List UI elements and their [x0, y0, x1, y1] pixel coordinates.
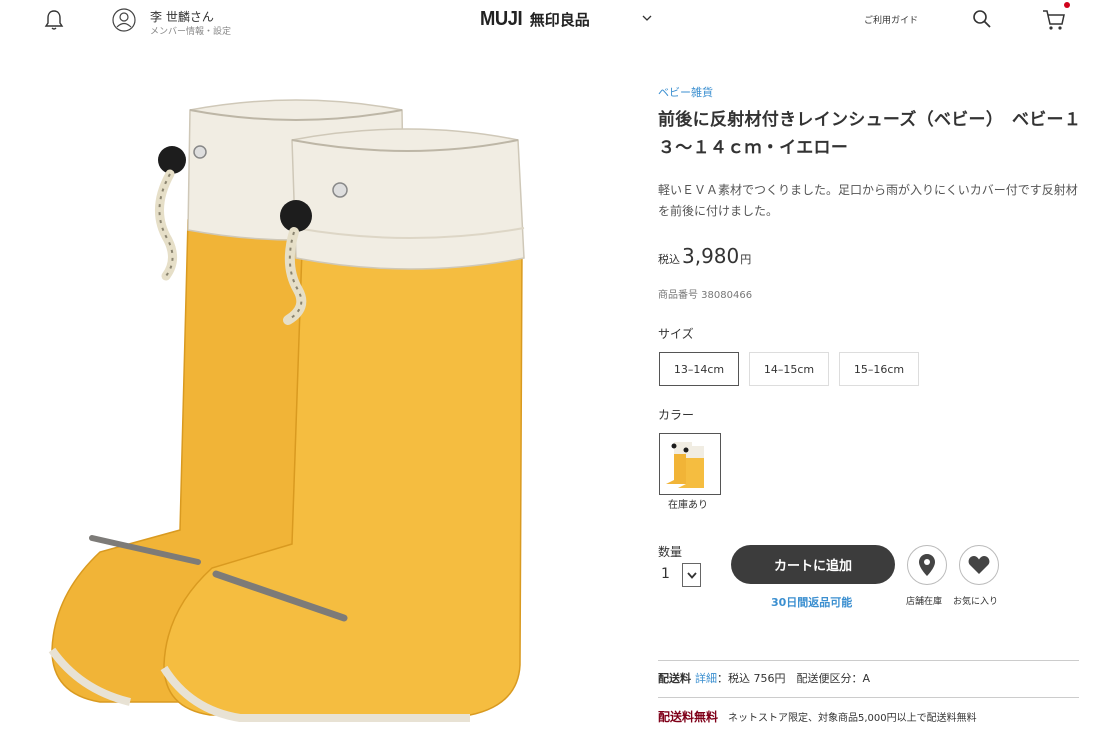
- product-description: 軽いＥＶＡ素材でつくりました。足口から雨が入りにくいカバー付です反射材を前後に付…: [658, 183, 1078, 218]
- favorite-button[interactable]: [959, 545, 999, 585]
- stock-status: 在庫あり: [668, 500, 708, 511]
- price-row: 税込 3,980 円: [658, 244, 751, 268]
- item-number: 商品番号 38080466: [658, 290, 753, 301]
- free-shipping-row: 配送料無料 ネットストア限定、対象商品5,000円以上で配送料無料: [658, 708, 977, 725]
- quantity-dropdown[interactable]: [682, 563, 701, 587]
- return-policy-note: 30日間返品可能: [771, 596, 853, 609]
- product-image[interactable]: [40, 90, 600, 730]
- shipping-row: 配送料 詳細 ：税込 756円 配送便区分：A: [658, 670, 870, 686]
- size-option-14-15[interactable]: 14–15cm: [749, 352, 829, 386]
- bell-icon[interactable]: [44, 9, 64, 31]
- map-pin-icon: [919, 554, 935, 576]
- favorite-caption: お気に入り: [953, 597, 999, 607]
- store-stock-button[interactable]: [907, 545, 947, 585]
- shipping-label: 配送料: [658, 672, 691, 685]
- member-name[interactable]: 李 世麟さん: [150, 8, 214, 25]
- color-label: カラー: [658, 408, 695, 422]
- chevron-down-icon[interactable]: [641, 12, 653, 24]
- quantity-value: 1: [661, 566, 670, 582]
- divider: [658, 660, 1079, 661]
- swatch-boots-thumbnail: [666, 442, 704, 488]
- product-title: 前後に反射材付きレインシューズ（ベビー） ベビー１３～１４ｃｍ・イエロー: [658, 110, 1082, 158]
- free-shipping-label: 配送料無料: [658, 710, 719, 724]
- member-settings-link[interactable]: メンバー情報・設定: [150, 24, 231, 37]
- logo-japanese: 無印良品: [529, 10, 590, 29]
- site-header: 李 世麟さん メンバー情報・設定 MUJI 無印良品 ご利用ガイド: [0, 0, 1109, 40]
- quantity-label: 数量: [658, 545, 683, 559]
- free-shipping-text: ネットストア限定、対象商品5,000円以上で配送料無料: [728, 713, 977, 724]
- chevron-down-icon: [686, 572, 697, 579]
- user-avatar-icon[interactable]: [112, 8, 136, 32]
- size-label: サイズ: [658, 327, 694, 341]
- divider: [658, 697, 1079, 698]
- shipping-detail-link[interactable]: 詳細: [695, 670, 717, 686]
- yen-unit: 円: [740, 253, 752, 266]
- tax-label: 税込: [658, 253, 680, 266]
- store-stock-caption: 店舗在庫: [906, 597, 943, 607]
- color-swatch-yellow[interactable]: [659, 433, 721, 495]
- cart-notification-dot: [1064, 2, 1070, 8]
- search-icon[interactable]: [972, 9, 992, 29]
- cart-icon[interactable]: [1042, 9, 1066, 31]
- muji-logo[interactable]: MUJI 無印良品: [480, 6, 590, 32]
- size-option-13-14[interactable]: 13–14cm: [659, 352, 739, 386]
- usage-guide-link[interactable]: ご利用ガイド: [864, 13, 918, 26]
- heart-icon: [968, 556, 990, 574]
- price: 3,980: [682, 244, 740, 268]
- logo-latin: MUJI: [480, 7, 523, 30]
- shipping-fee-text: ：税込 756円 配送便区分：A: [717, 672, 871, 685]
- add-to-cart-button[interactable]: カートに追加: [731, 545, 895, 584]
- category-link[interactable]: ベビー雑貨: [658, 84, 713, 100]
- size-option-15-16[interactable]: 15–16cm: [839, 352, 919, 386]
